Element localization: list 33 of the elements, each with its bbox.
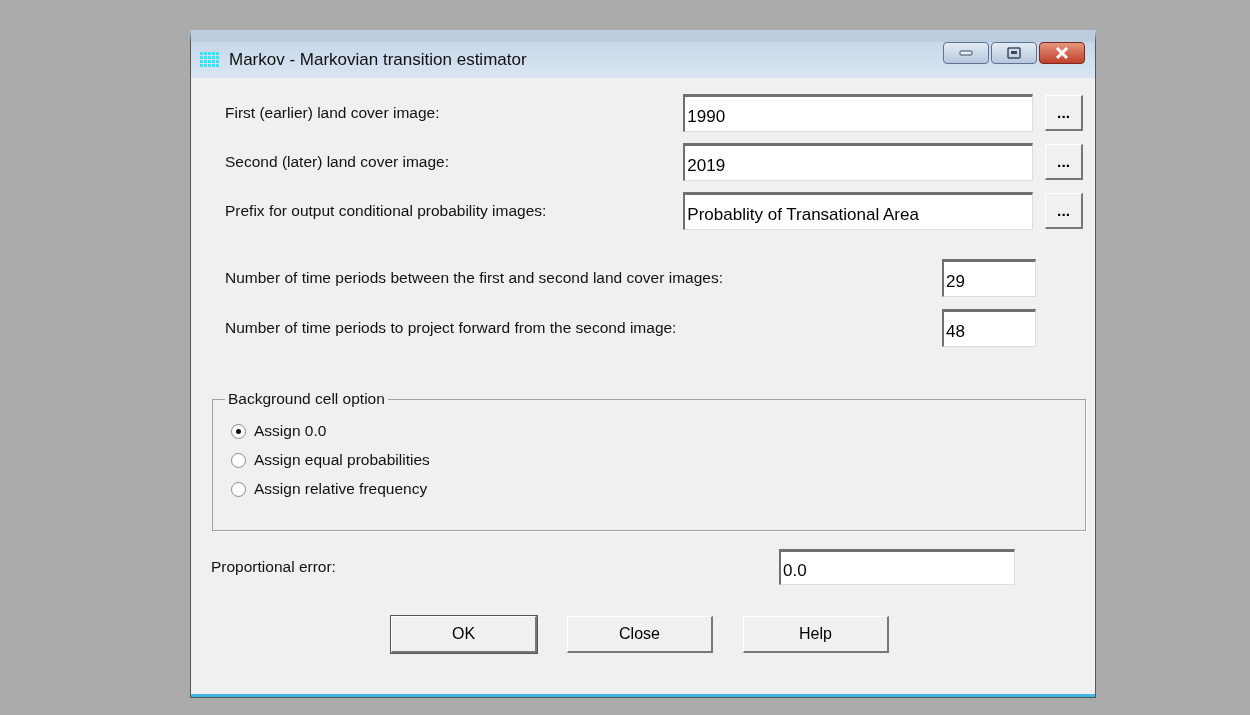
close-button[interactable]: [1039, 42, 1085, 64]
maximize-button[interactable]: [991, 42, 1037, 64]
input-field[interactable]: 2019: [683, 143, 1034, 181]
input-field[interactable]: 1990: [683, 94, 1034, 132]
radio-button[interactable]: [231, 481, 246, 497]
input-field[interactable]: 0.0: [779, 549, 1015, 585]
grid-icon: [199, 51, 221, 69]
dialog-button[interactable]: Help: [743, 616, 889, 653]
radio-label[interactable]: Assign relative frequency: [254, 480, 428, 498]
field-label: Prefix for output conditional probability images:: [225, 202, 548, 220]
field-label: Number of time periods between the first and second land cover images:: [225, 269, 724, 287]
browse-button[interactable]: ...: [1045, 193, 1083, 229]
minimize-button[interactable]: [943, 42, 989, 64]
field-label: Number of time periods to project forward from the second image:: [225, 319, 678, 337]
browse-button[interactable]: ...: [1045, 95, 1083, 131]
field-label: First (earlier) land cover image:: [225, 104, 441, 122]
window-title: Markov - Markovian transition estimator: [229, 50, 528, 70]
input-field[interactable]: 48: [942, 309, 1036, 347]
dialog-button[interactable]: Close: [567, 616, 713, 653]
field-label: Proportional error:: [211, 558, 337, 576]
radio-label[interactable]: Assign equal probabilities: [254, 451, 430, 469]
group-title: Background cell option: [225, 390, 388, 408]
radio-button[interactable]: [231, 452, 246, 468]
radio-button[interactable]: [231, 423, 246, 439]
field-label: Second (later) land cover image:: [225, 153, 450, 171]
input-field[interactable]: 29: [942, 259, 1036, 297]
minimize-icon: [959, 50, 973, 56]
close-icon: [1054, 47, 1070, 59]
maximize-icon: [1007, 47, 1021, 59]
radio-label[interactable]: Assign 0.0: [254, 422, 327, 440]
browse-button[interactable]: ...: [1045, 144, 1083, 180]
dialog-button[interactable]: OK: [391, 616, 537, 653]
input-field[interactable]: Probablity of Transational Area: [683, 192, 1034, 230]
